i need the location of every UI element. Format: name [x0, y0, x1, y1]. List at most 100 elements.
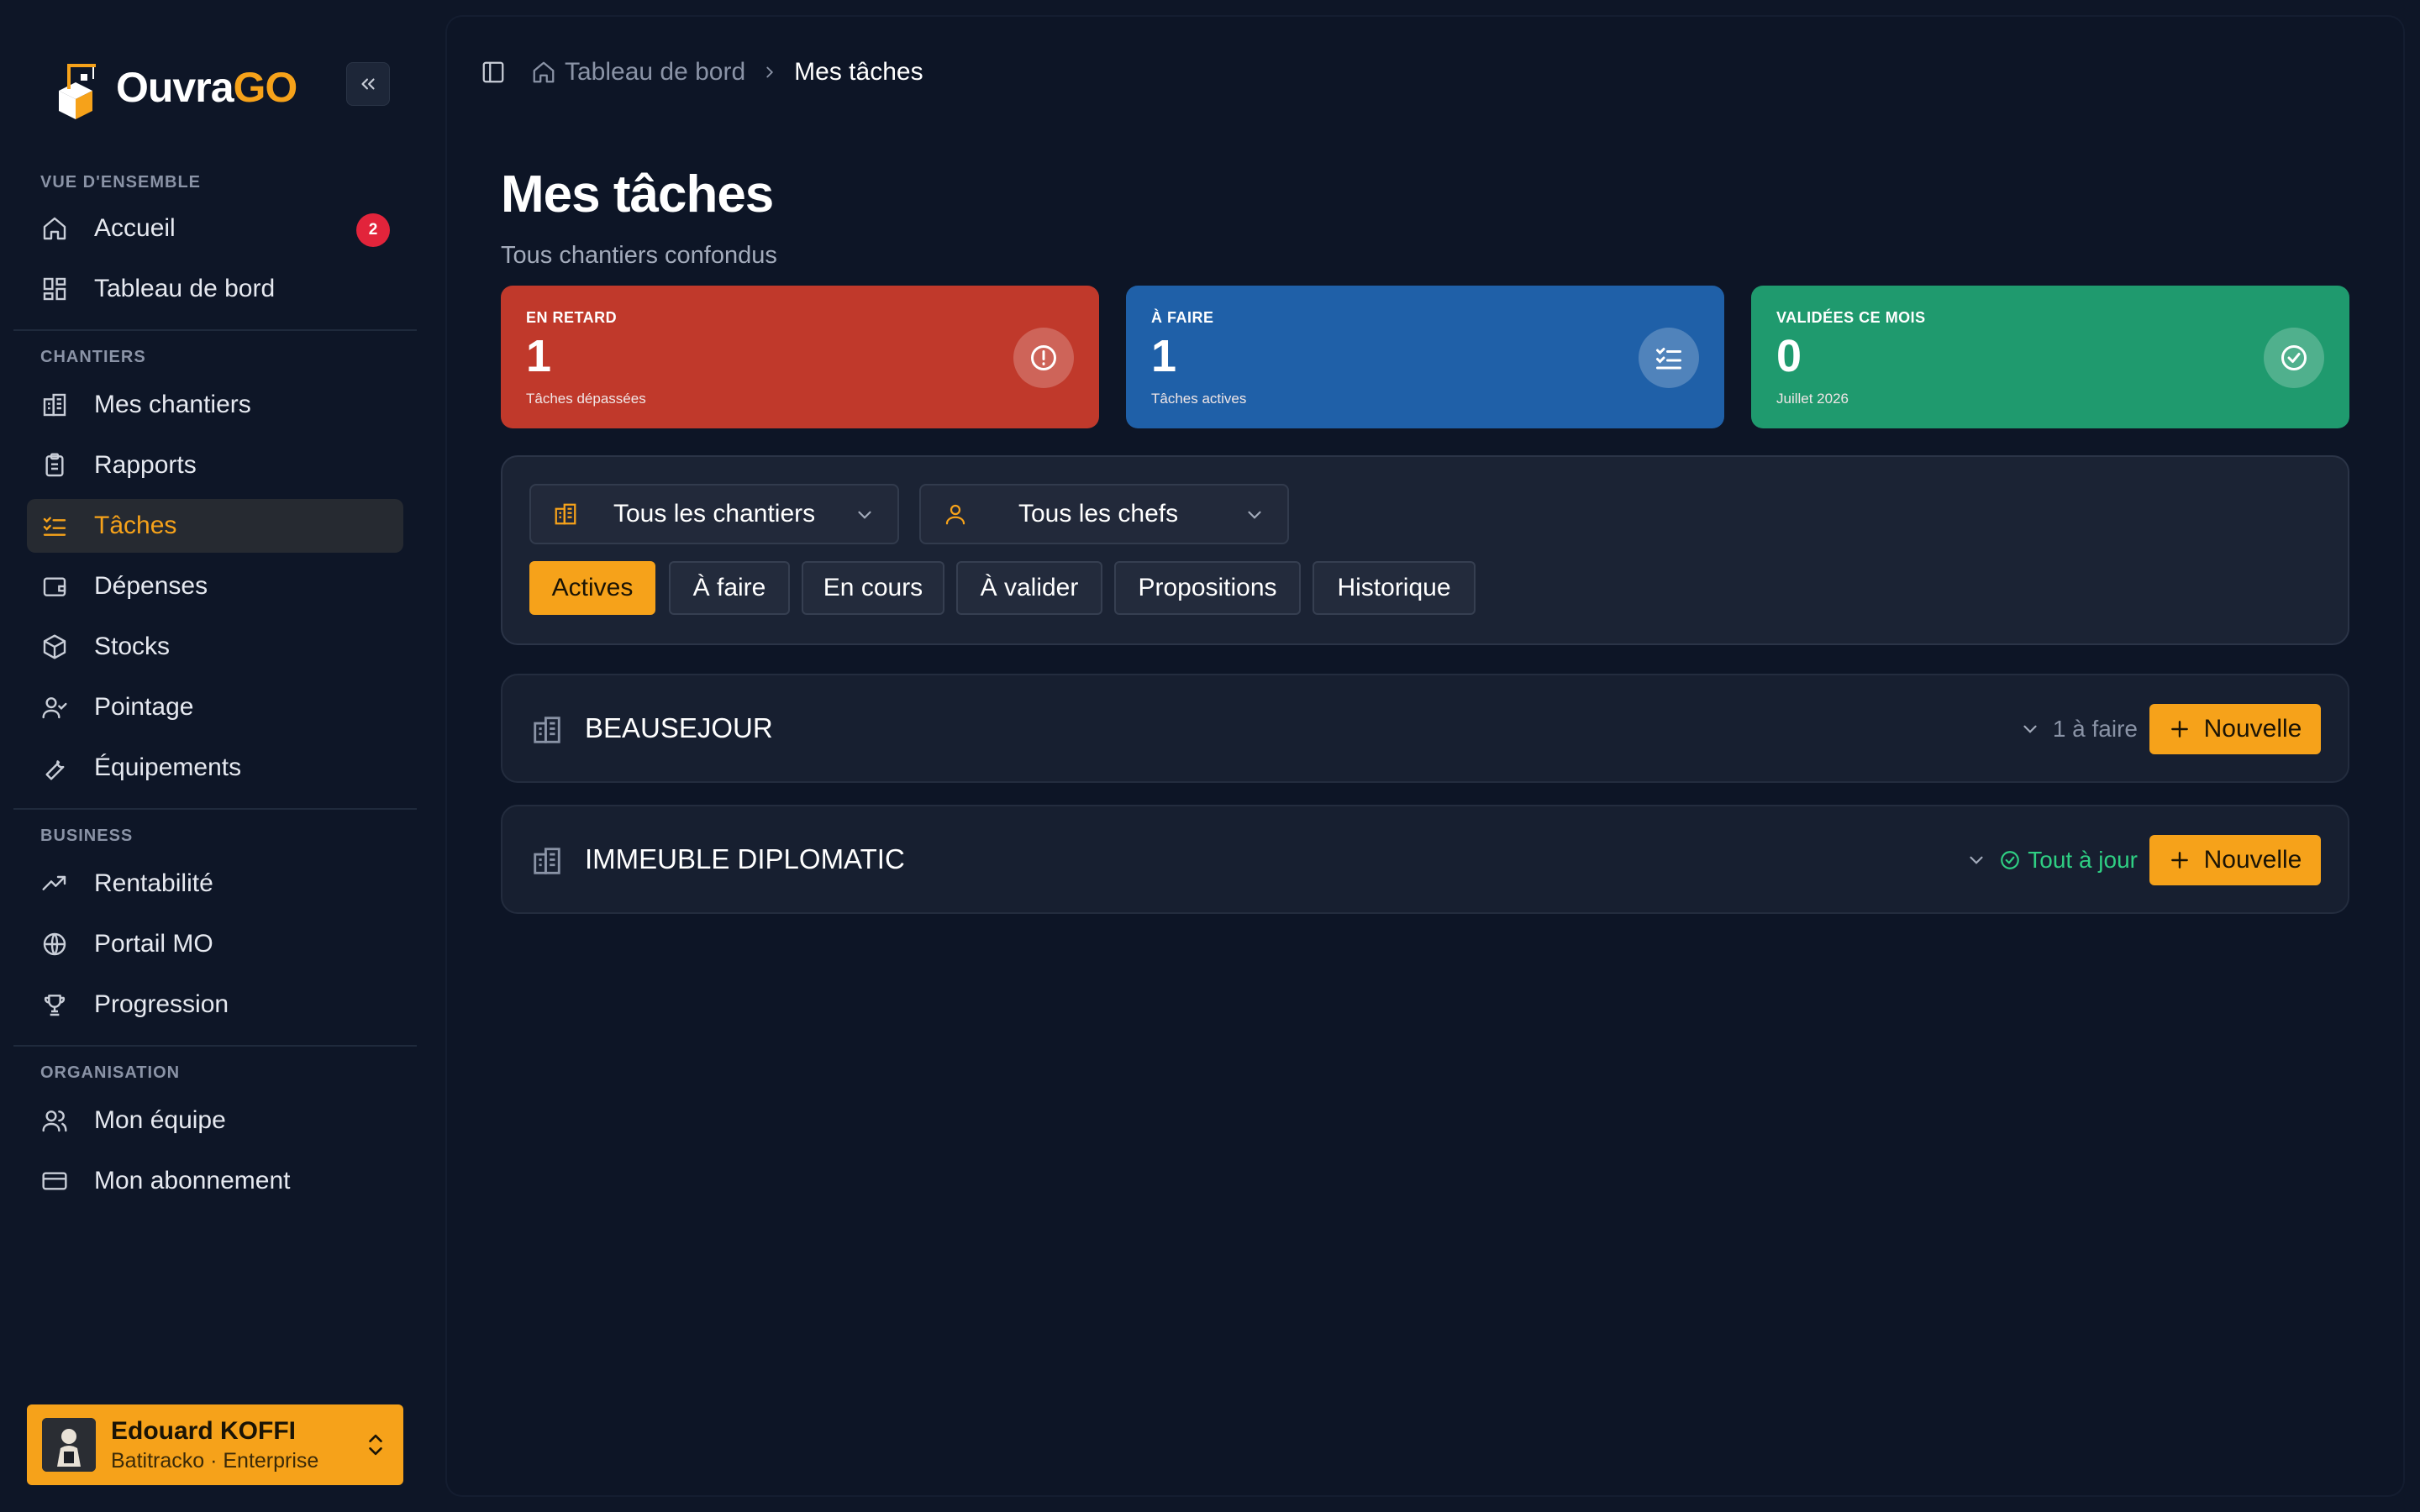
- sidebar-item-mon-equipe[interactable]: Mon équipe: [27, 1094, 403, 1147]
- chantier-select[interactable]: Tous les chantiers: [529, 484, 899, 544]
- sidebar-item-label: Portail MO: [94, 930, 213, 958]
- new-task-button[interactable]: Nouvelle: [2149, 835, 2321, 885]
- task-list-icon: [40, 512, 69, 540]
- toggle-sidebar-button[interactable]: [481, 60, 506, 85]
- sidebar-item-equipements[interactable]: Équipements: [27, 741, 403, 795]
- tab-en-cours[interactable]: En cours: [802, 561, 944, 615]
- wallet-icon: [40, 572, 69, 601]
- dashboard-icon: [40, 275, 69, 303]
- stat-label: À FAIRE: [1151, 309, 1214, 326]
- user-organisation: Batitracko · Enterprise: [111, 1448, 319, 1473]
- brand-logo[interactable]: OuvraGO: [50, 52, 297, 123]
- app-root: OuvraGO VUE D'ENSEMBLE Accueil 2 Tableau…: [0, 0, 2420, 1512]
- stat-label: VALIDÉES CE MOIS: [1776, 309, 1926, 326]
- tab-historique[interactable]: Historique: [1313, 561, 1476, 615]
- chevron-down-icon: [1248, 511, 1261, 519]
- building-icon: [534, 717, 560, 743]
- sidebar-item-label: Progression: [94, 990, 229, 1018]
- sidebar-item-label: Rentabilité: [94, 869, 213, 897]
- brand-prefix: Ouvra: [116, 64, 234, 111]
- chantier-group-actions: Tout à jour Nouvelle: [1965, 835, 2321, 885]
- chantier-group[interactable]: IMMEUBLE DIPLOMATIC Tout à jour Nouvelle: [501, 805, 2349, 914]
- sidebar: OuvraGO VUE D'ENSEMBLE Accueil 2 Tableau…: [0, 0, 429, 1512]
- sidebar-item-label: Tâches: [94, 512, 177, 539]
- new-task-button[interactable]: Nouvelle: [2149, 704, 2321, 754]
- sidebar-item-stocks[interactable]: Stocks: [27, 620, 403, 674]
- sidebar-item-taches[interactable]: Tâches: [27, 499, 403, 553]
- chantier-group-status: 1 à faire: [2052, 716, 2138, 742]
- brand-suffix: GO: [233, 64, 298, 111]
- building-icon: [555, 503, 576, 525]
- stat-subtitle: Juillet 2026: [1776, 391, 1849, 407]
- sidebar-item-label: Tableau de bord: [94, 275, 276, 302]
- sidebar-item-pointage[interactable]: Pointage: [27, 680, 403, 734]
- chevrons-up-down-icon: [369, 1434, 382, 1456]
- sidebar-item-rapports[interactable]: Rapports: [27, 438, 403, 492]
- page-title: Mes tâches: [501, 165, 774, 223]
- tab-propositions[interactable]: Propositions: [1114, 561, 1301, 615]
- home-icon: [533, 61, 555, 83]
- sidebar-item-dashboard[interactable]: Tableau de bord: [27, 262, 403, 316]
- clipboard-icon: [40, 451, 69, 480]
- stat-label: EN RETARD: [526, 309, 618, 326]
- sidebar-item-label: Mes chantiers: [94, 391, 251, 418]
- new-task-label: Nouvelle: [2203, 846, 2302, 874]
- chef-select[interactable]: Tous les chefs: [919, 484, 1289, 544]
- chevron-down-icon[interactable]: [1965, 849, 1987, 871]
- user-name: Edouard KOFFI: [111, 1416, 296, 1445]
- sidebar-item-progression[interactable]: Progression: [27, 978, 403, 1032]
- sidebar-item-label: Équipements: [94, 753, 242, 781]
- sidebar-item-mon-abonnement[interactable]: Mon abonnement: [27, 1154, 403, 1208]
- sidebar-item-label: Mon abonnement: [94, 1167, 291, 1194]
- sidebar-divider: [13, 808, 417, 810]
- breadcrumb-home-link[interactable]: Tableau de bord: [531, 58, 745, 87]
- tab-a-valider[interactable]: À valider: [956, 561, 1102, 615]
- sidebar-divider: [13, 1045, 417, 1047]
- globe-icon: [40, 930, 69, 958]
- collapse-sidebar-button[interactable]: [346, 62, 390, 106]
- chantier-group-name: IMMEUBLE DIPLOMATIC: [585, 843, 905, 874]
- sidebar-item-mes-chantiers[interactable]: Mes chantiers: [27, 378, 403, 432]
- tab-a-faire[interactable]: À faire: [669, 561, 790, 615]
- package-icon: [40, 633, 69, 661]
- building-icon: [40, 391, 69, 419]
- stat-card-validated[interactable]: VALIDÉES CE MOIS 0 Juillet 2026: [1751, 286, 2349, 428]
- stat-card-overdue[interactable]: EN RETARD 1 Tâches dépassées: [501, 286, 1099, 428]
- chevron-down-icon[interactable]: [2019, 718, 2041, 740]
- brand-name: OuvraGO: [116, 63, 297, 112]
- panel-left-icon: [482, 61, 504, 83]
- plus-icon: [2170, 721, 2188, 738]
- section-label-overview: VUE D'ENSEMBLE: [40, 173, 202, 192]
- section-label-business: BUSINESS: [40, 827, 134, 845]
- sidebar-item-accueil[interactable]: Accueil 2: [27, 202, 403, 255]
- chantier-select-value: Tous les chantiers: [613, 500, 816, 528]
- breadcrumb-home-label: Tableau de bord: [565, 58, 746, 86]
- tab-actives[interactable]: Actives: [529, 561, 655, 615]
- user-menu-button[interactable]: Edouard KOFFI Batitracko · Enterprise: [27, 1404, 403, 1485]
- chantier-group-name: BEAUSEJOUR: [585, 712, 773, 743]
- breadcrumb: Tableau de bord Mes tâches: [531, 58, 923, 87]
- section-label-chantiers: CHANTIERS: [40, 348, 146, 366]
- sidebar-divider: [13, 329, 417, 331]
- sidebar-item-portail-mo[interactable]: Portail MO: [27, 917, 403, 971]
- avatar: [42, 1418, 96, 1472]
- chevrons-left-icon: [361, 78, 375, 90]
- topbar: Tableau de bord Mes tâches: [481, 54, 923, 91]
- chantier-group[interactable]: BEAUSEJOUR 1 à faire Nouvelle: [501, 674, 2349, 783]
- sidebar-item-label: Stocks: [94, 633, 171, 660]
- sidebar-item-label: Mon équipe: [94, 1106, 226, 1134]
- page-subtitle: Tous chantiers confondus: [501, 242, 777, 269]
- list-checks-icon: [1639, 328, 1699, 388]
- chevron-down-icon: [858, 511, 871, 519]
- filter-panel: Tous les chantiers Tous les chefs Active…: [501, 455, 2349, 645]
- user-info: Edouard KOFFI Batitracko · Enterprise: [111, 1417, 318, 1473]
- sidebar-item-depenses[interactable]: Dépenses: [27, 559, 403, 613]
- building-icon: [534, 848, 560, 874]
- credit-card-icon: [40, 1167, 69, 1195]
- main-content: Tableau de bord Mes tâches Mes tâches To…: [447, 17, 2403, 1495]
- sidebar-item-rentabilite[interactable]: Rentabilité: [27, 857, 403, 911]
- wrench-icon: [40, 753, 69, 782]
- notification-badge: 2: [356, 213, 390, 247]
- sidebar-item-label: Pointage: [94, 693, 194, 721]
- stat-card-todo[interactable]: À FAIRE 1 Tâches actives: [1126, 286, 1724, 428]
